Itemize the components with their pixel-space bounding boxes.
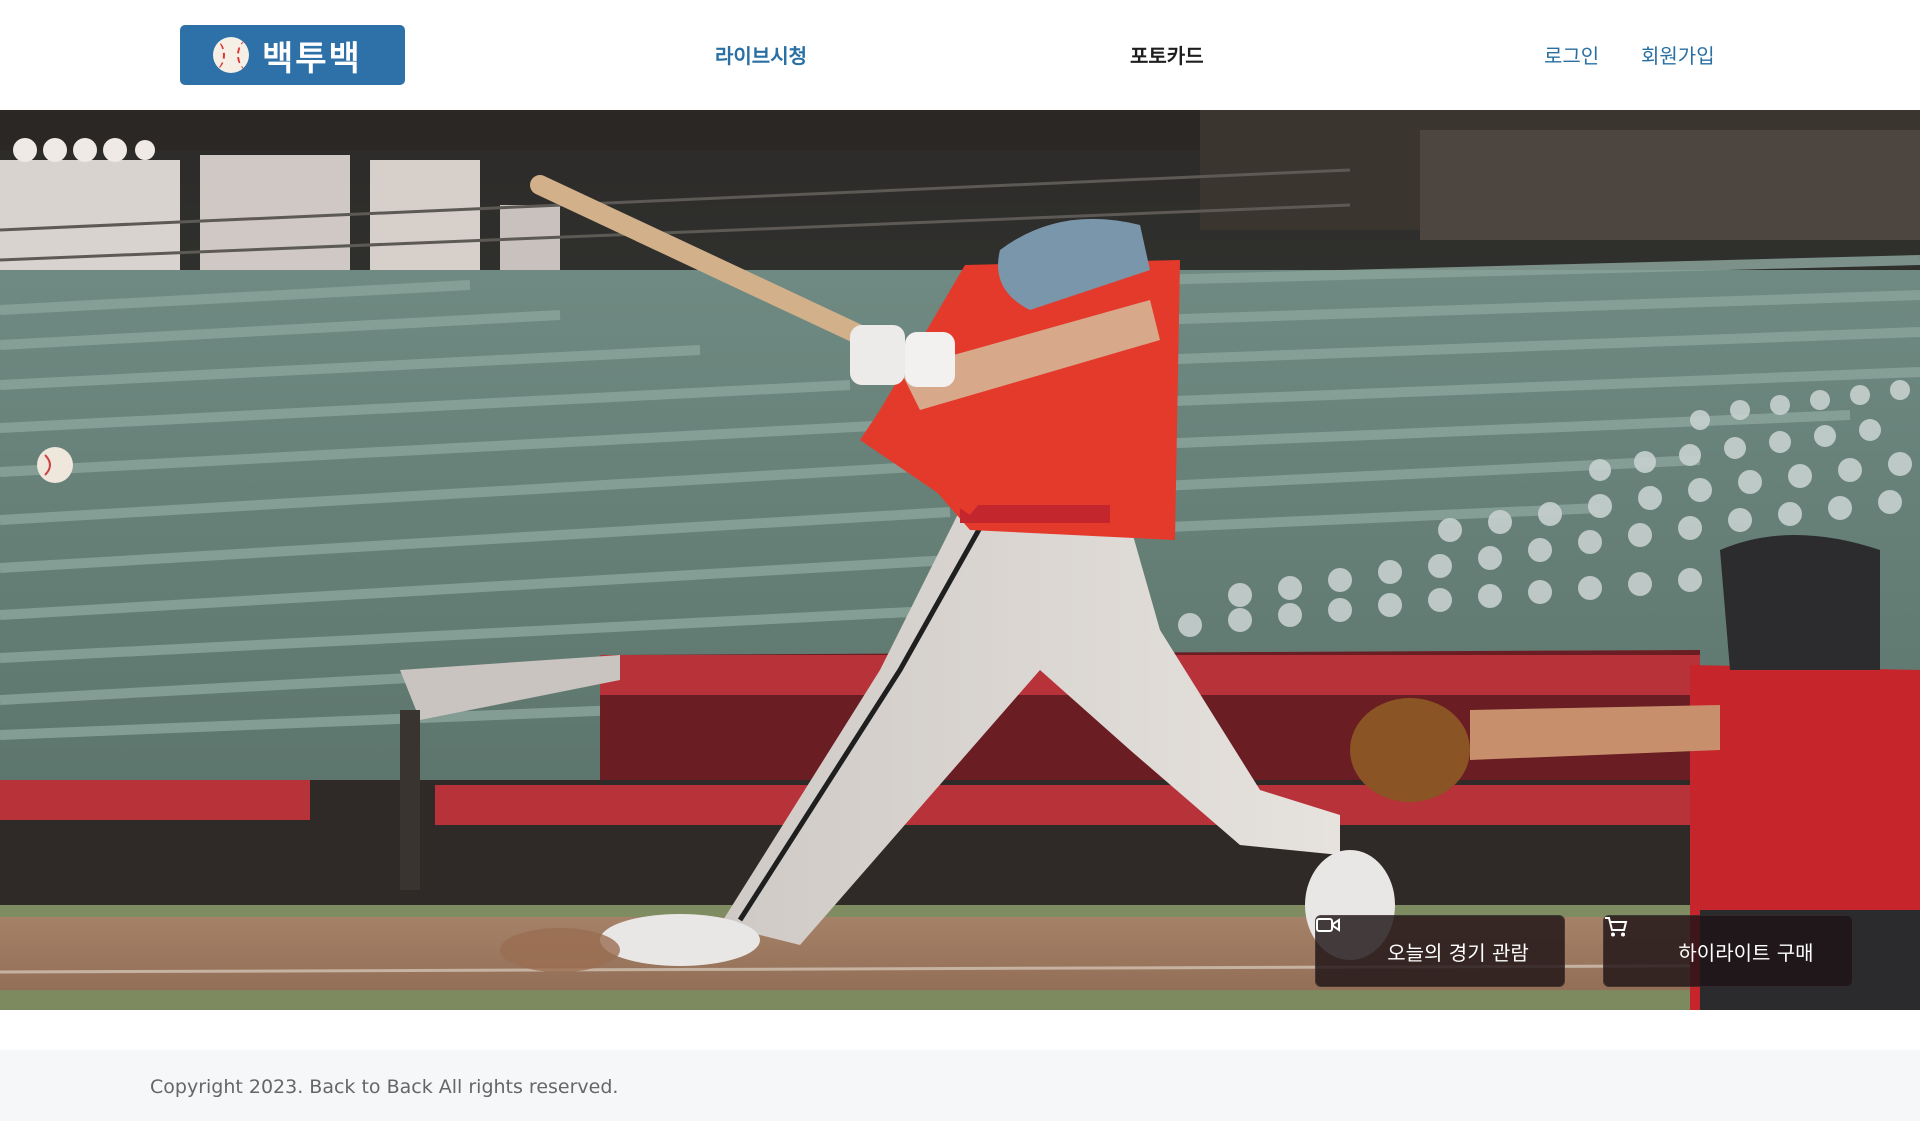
- baseball-icon: [213, 37, 249, 73]
- nav-live-viewing[interactable]: 라이브시청: [715, 40, 807, 69]
- watch-today-game-label: 오늘의 경기 관람: [1387, 940, 1529, 965]
- hero-image: [0, 110, 1920, 1010]
- copyright-text: Copyright 2023. Back to Back All rights …: [150, 1076, 619, 1098]
- nav-photocard[interactable]: 포토카드: [1130, 40, 1204, 69]
- logo-home-link[interactable]: 백투백: [180, 25, 405, 85]
- watch-today-game-button[interactable]: 오늘의 경기 관람: [1315, 915, 1565, 987]
- video-camera-icon: [1316, 918, 1375, 962]
- login-link[interactable]: 로그인: [1544, 40, 1599, 69]
- site-header: 백투백 라이브시청 포토카드 로그인 회원가입: [0, 0, 1920, 110]
- logo-text: 백투백: [262, 38, 362, 79]
- signup-link[interactable]: 회원가입: [1641, 40, 1715, 69]
- hero-banner: 오늘의 경기 관람 하이라이트 구매: [0, 110, 1920, 1010]
- buy-highlight-label: 하이라이트 구매: [1678, 940, 1814, 965]
- shopping-cart-icon: [1605, 917, 1666, 962]
- buy-highlight-button[interactable]: 하이라이트 구매: [1603, 915, 1853, 987]
- site-footer: Copyright 2023. Back to Back All rights …: [0, 1050, 1920, 1121]
